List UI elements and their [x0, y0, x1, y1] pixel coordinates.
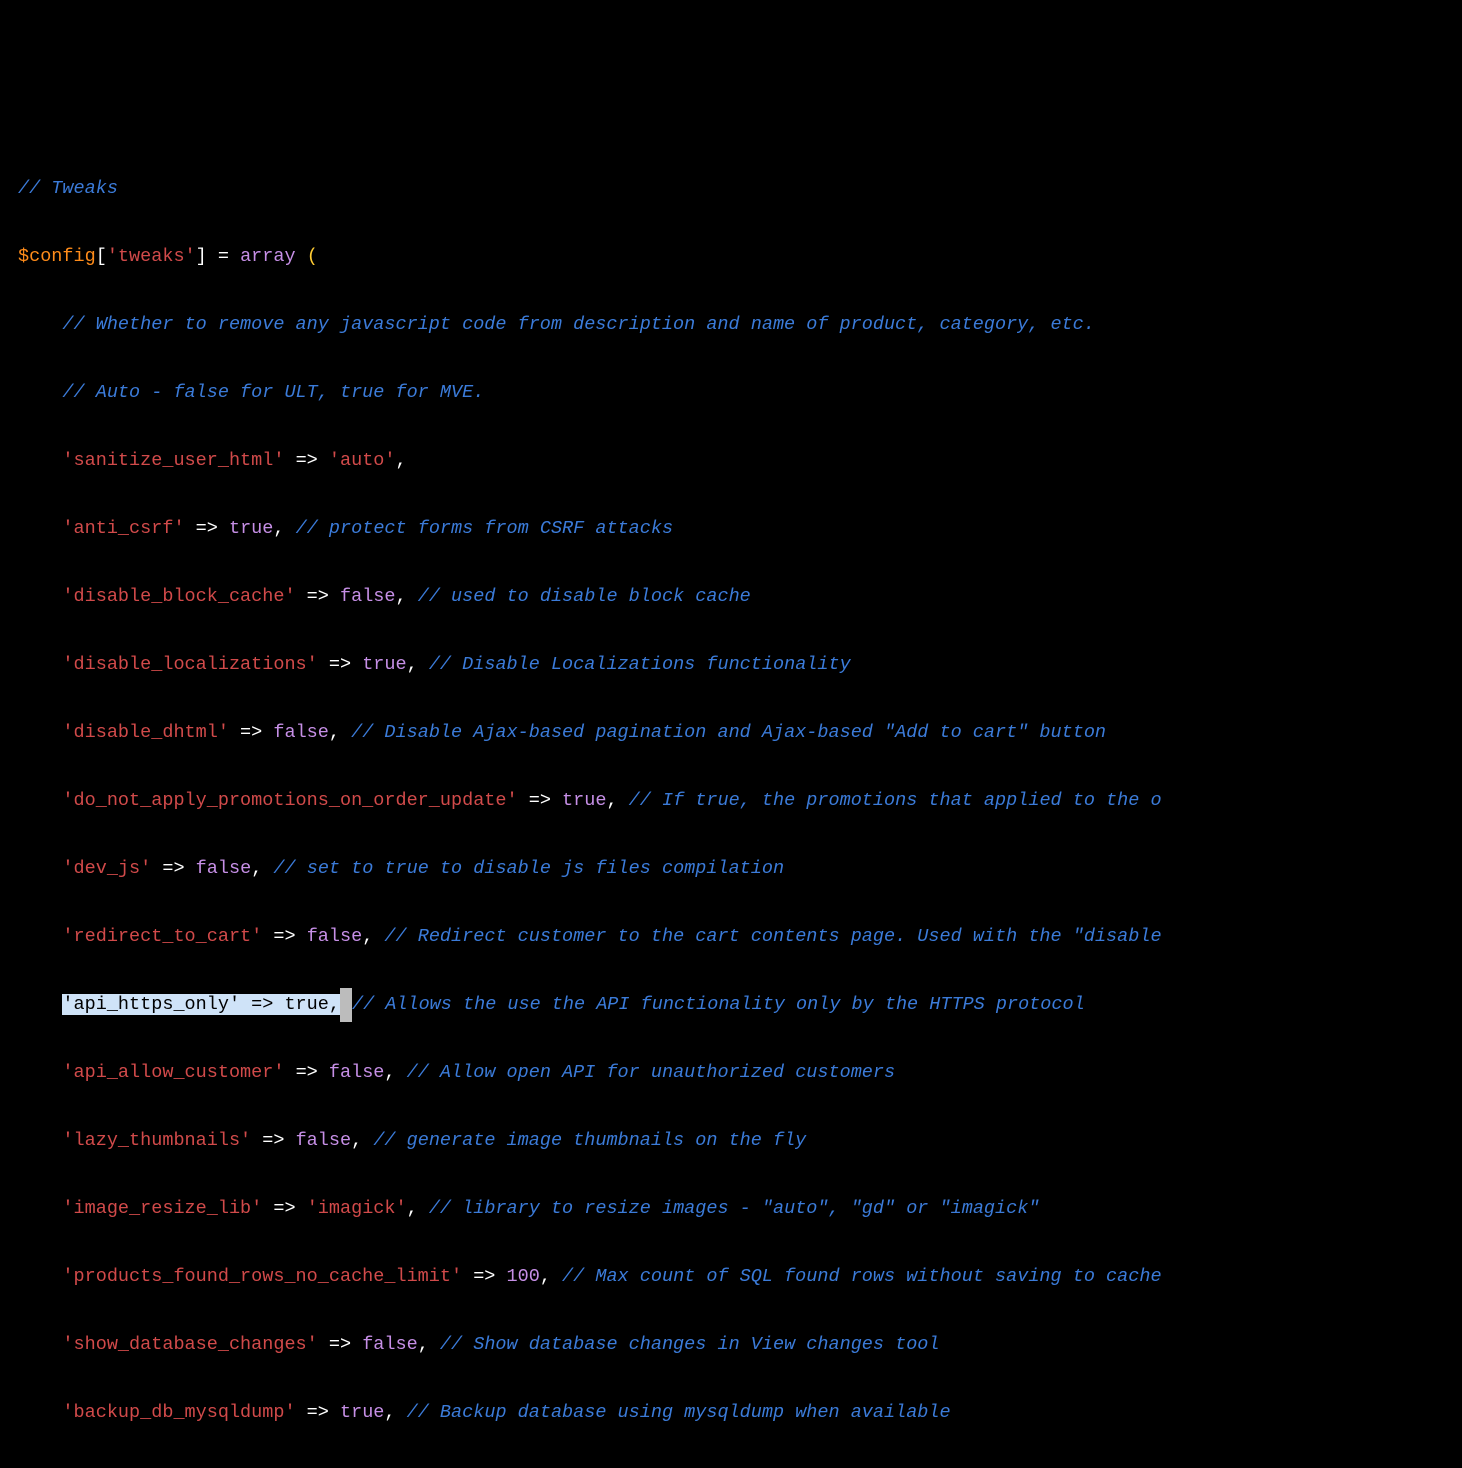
code-line: 'disable_block_cache' => false, // used … — [18, 580, 1462, 614]
code-line: 'show_database_changes' => false, // Sho… — [18, 1328, 1462, 1362]
code-line: 'api_allow_customer' => false, // Allow … — [18, 1056, 1462, 1090]
variable: $config — [18, 246, 96, 267]
code-line: 'do_not_apply_promotions_on_order_update… — [18, 784, 1462, 818]
code-line: 'image_resize_lib' => 'imagick', // libr… — [18, 1192, 1462, 1226]
code-line: 'anti_csrf' => true, // protect forms fr… — [18, 512, 1462, 546]
code-line: 'dev_js' => false, // set to true to dis… — [18, 852, 1462, 886]
code-line: // Auto - false for ULT, true for MVE. — [18, 376, 1462, 410]
code-line-highlighted: 'api_https_only' => true, // Allows the … — [18, 988, 1462, 1022]
code-line: 'disable_dhtml' => false, // Disable Aja… — [18, 716, 1462, 750]
code-line: 'sanitize_user_html' => 'auto', — [18, 444, 1462, 478]
code-line: // Tweaks — [18, 172, 1462, 206]
code-line: 'disable_localizations' => true, // Disa… — [18, 648, 1462, 682]
text-selection: 'api_https_only' => true, — [62, 994, 340, 1015]
code-editor[interactable]: // Tweaks $config['tweaks'] = array ( //… — [18, 138, 1462, 1468]
code-line: 'backup_db_mysqldump' => true, // Backup… — [18, 1396, 1462, 1430]
code-line: // Whether to remove any javascript code… — [18, 308, 1462, 342]
code-line: 'lazy_thumbnails' => false, // generate … — [18, 1124, 1462, 1158]
code-line: 'products_found_rows_no_cache_limit' => … — [18, 1260, 1462, 1294]
comment-text: // Tweaks — [18, 178, 118, 199]
code-line: 'request_errors_threshold' => 30, // Thr… — [18, 1464, 1462, 1468]
code-line: 'redirect_to_cart' => false, // Redirect… — [18, 920, 1462, 954]
text-cursor — [340, 988, 352, 1022]
code-line: $config['tweaks'] = array ( — [18, 240, 1462, 274]
